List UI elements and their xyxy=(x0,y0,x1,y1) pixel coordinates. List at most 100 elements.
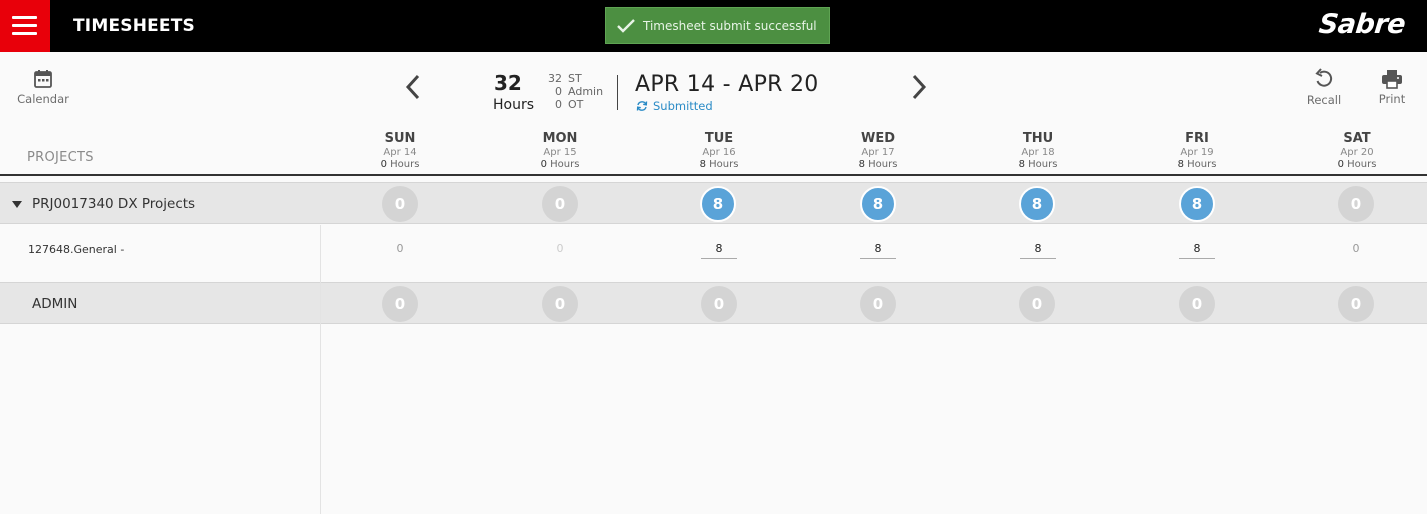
chevron-right-icon xyxy=(912,74,927,100)
day-total-circle: 0 xyxy=(542,186,578,222)
menu-icon-bar xyxy=(12,16,37,19)
recall-button[interactable]: Recall xyxy=(1303,68,1345,107)
day-hours-value: 8 xyxy=(1177,159,1184,170)
printer-icon xyxy=(1382,70,1402,89)
day-hours: 8 Hours xyxy=(1137,159,1257,170)
day-total-circle: 8 xyxy=(1019,186,1055,222)
task-name: 127648.General - xyxy=(28,243,125,256)
task-row: 127648.General - 0 0 8 8 8 8 0 xyxy=(0,225,1427,282)
collapse-caret-icon[interactable] xyxy=(12,201,22,208)
day-total-circle: 8 xyxy=(1179,186,1215,222)
day-hours-unit: Hours xyxy=(1347,159,1377,170)
breakdown-st: 32 ST xyxy=(548,72,603,85)
day-hours: 0 Hours xyxy=(500,159,620,170)
day-total-circle: 0 xyxy=(1179,286,1215,322)
print-label: Print xyxy=(1378,92,1406,106)
breakdown-ot: 0 OT xyxy=(548,98,603,111)
day-name: SAT xyxy=(1343,131,1371,146)
divider xyxy=(617,75,618,110)
day-hours: 8 Hours xyxy=(818,159,938,170)
hours-cell-sat: 0 xyxy=(1352,242,1360,255)
recall-label: Recall xyxy=(1306,93,1342,107)
calendar-button[interactable]: Calendar xyxy=(17,69,69,106)
column-divider xyxy=(320,225,321,514)
hours-breakdown: 32 ST 0 Admin 0 OT xyxy=(548,72,603,111)
day-name: MON xyxy=(542,131,578,146)
hours-input-thu[interactable]: 8 xyxy=(1020,242,1056,259)
page-title: TIMESHEETS xyxy=(73,16,195,36)
total-hours-value: 32 xyxy=(494,71,522,95)
hours-input-tue[interactable]: 8 xyxy=(701,242,737,259)
hamburger-menu-button[interactable] xyxy=(0,0,50,52)
breakdown-value: 32 xyxy=(548,72,562,85)
day-total-circle: 0 xyxy=(1019,286,1055,322)
day-hours-value: 0 xyxy=(540,159,547,170)
hours-input-wed[interactable]: 8 xyxy=(860,242,896,259)
day-header-thu: THU Apr 18 8 Hours xyxy=(978,131,1098,170)
breakdown-label: ST xyxy=(568,72,582,85)
day-name: TUE xyxy=(704,131,734,146)
next-week-button[interactable] xyxy=(910,73,928,105)
admin-group-row: ADMIN 0 0 0 0 0 0 0 xyxy=(0,282,1427,324)
day-hours-value: 8 xyxy=(858,159,865,170)
checkmark-icon xyxy=(617,18,635,33)
undo-icon xyxy=(1315,68,1333,87)
status-text: Submitted xyxy=(653,99,713,113)
breakdown-label: OT xyxy=(568,98,584,111)
project-group-row: PRJ0017340 DX Projects 0 0 8 8 8 8 0 xyxy=(0,182,1427,224)
day-total-circle: 8 xyxy=(860,186,896,222)
day-header-sun: SUN Apr 14 0 Hours xyxy=(340,131,460,170)
breakdown-admin: 0 Admin xyxy=(548,85,603,98)
status-indicator: Submitted xyxy=(636,99,713,113)
hours-input-fri[interactable]: 8 xyxy=(1179,242,1215,259)
day-hours-value: 0 xyxy=(380,159,387,170)
day-hours: 0 Hours xyxy=(340,159,460,170)
menu-icon-bar xyxy=(12,24,37,27)
day-date: Apr 16 xyxy=(702,147,736,158)
day-total-circle: 0 xyxy=(701,286,737,322)
day-date: Apr 18 xyxy=(1021,147,1055,158)
calendar-icon xyxy=(34,70,52,88)
day-date: Apr 14 xyxy=(383,147,417,158)
day-total-circle: 0 xyxy=(1338,186,1374,222)
day-header-wed: WED Apr 17 8 Hours xyxy=(818,131,938,170)
week-range: APR 14 - APR 20 xyxy=(635,72,819,97)
toast-message: Timesheet submit successful xyxy=(643,18,817,33)
day-date: Apr 17 xyxy=(861,147,895,158)
day-header-tue: TUE Apr 16 8 Hours xyxy=(659,131,779,170)
print-button[interactable]: Print xyxy=(1373,69,1411,106)
day-hours-unit: Hours xyxy=(550,159,580,170)
chevron-left-icon xyxy=(405,74,420,100)
day-hours: 8 Hours xyxy=(659,159,779,170)
day-hours: 8 Hours xyxy=(978,159,1098,170)
breakdown-label: Admin xyxy=(568,85,604,98)
day-hours: 0 Hours xyxy=(1297,159,1417,170)
projects-column-header: PROJECTS xyxy=(27,150,94,165)
day-header-fri: FRI Apr 19 8 Hours xyxy=(1137,131,1257,170)
breakdown-value: 0 xyxy=(555,98,562,111)
day-name: FRI xyxy=(1185,131,1209,146)
day-total-circle: 0 xyxy=(1338,286,1374,322)
header-divider xyxy=(0,174,1427,176)
menu-icon-bar xyxy=(12,32,37,35)
day-total-circle: 0 xyxy=(860,286,896,322)
day-hours-value: 8 xyxy=(699,159,706,170)
calendar-label: Calendar xyxy=(17,92,69,106)
day-total-circle: 0 xyxy=(382,186,418,222)
day-hours-unit: Hours xyxy=(868,159,898,170)
day-date: Apr 19 xyxy=(1180,147,1214,158)
day-total-circle: 8 xyxy=(700,186,736,222)
refresh-icon xyxy=(636,101,648,111)
day-hours-unit: Hours xyxy=(1028,159,1058,170)
day-hours-unit: Hours xyxy=(709,159,739,170)
day-name: SUN xyxy=(384,131,416,146)
day-hours-value: 0 xyxy=(1337,159,1344,170)
day-date: Apr 15 xyxy=(543,147,577,158)
success-toast: Timesheet submit successful xyxy=(605,7,830,44)
day-hours-unit: Hours xyxy=(1187,159,1217,170)
day-name: WED xyxy=(860,131,895,146)
day-name: THU xyxy=(1022,131,1054,146)
day-total-circle: 0 xyxy=(382,286,418,322)
day-header-mon: MON Apr 15 0 Hours xyxy=(500,131,620,170)
previous-week-button[interactable] xyxy=(404,73,422,105)
